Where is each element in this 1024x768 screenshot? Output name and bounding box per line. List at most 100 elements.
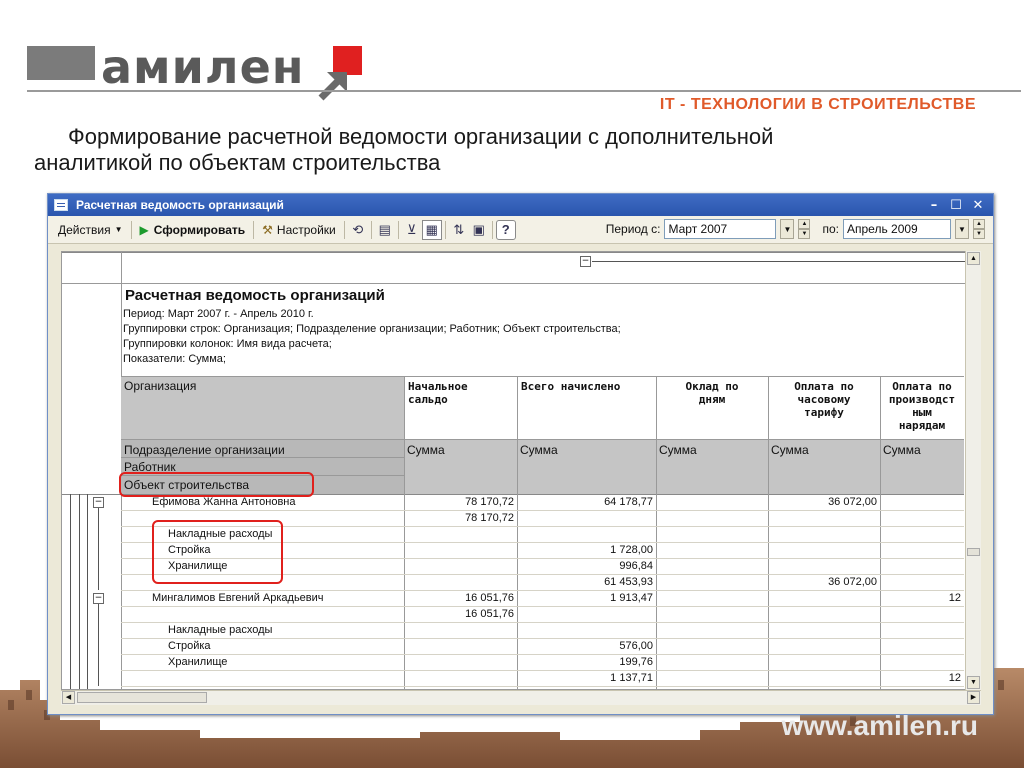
vertical-scrollbar[interactable]: ▲ ▼ xyxy=(965,251,981,690)
value-cell: 576,00 xyxy=(619,640,653,652)
refresh-icon[interactable]: ⟲ xyxy=(348,220,368,240)
period-to-field[interactable]: Апрель 2009 xyxy=(843,219,951,239)
report-measures-line: Показатели: Сумма; xyxy=(123,353,226,365)
value-cell: 36 072,00 xyxy=(828,576,877,588)
value-cell: 78 170,72 xyxy=(465,512,514,524)
report-window-icon xyxy=(54,199,68,211)
website-url[interactable]: www.amilen.ru xyxy=(781,710,978,742)
generate-label: Сформировать xyxy=(153,222,246,237)
period-from-dropdown-button[interactable]: ▼ xyxy=(780,219,795,239)
scroll-right-icon[interactable]: ▶ xyxy=(967,691,980,704)
value-cell: 16 051,76 xyxy=(465,592,514,604)
dropdown-icon: ▼ xyxy=(114,225,123,234)
help-icon[interactable]: ? xyxy=(495,219,516,240)
value-cell: 78 170,72 xyxy=(465,496,514,508)
value-cell: 36 072,00 xyxy=(828,496,877,508)
logo-text: амилен xyxy=(101,40,305,94)
collapse-row-icon[interactable]: − xyxy=(93,593,104,604)
row-divider xyxy=(121,686,964,687)
period-from-value: Март 2007 xyxy=(668,222,728,236)
header-rule xyxy=(27,90,1021,92)
toolbar-separator xyxy=(253,220,255,239)
actions-menu[interactable]: Действия ▼ xyxy=(53,219,128,241)
period-from-spinner[interactable]: ▲ ▼ xyxy=(798,219,811,239)
scroll-down-icon[interactable]: ▼ xyxy=(967,676,980,689)
logo-arrow-icon xyxy=(318,72,347,101)
toolbar-separator xyxy=(370,220,372,239)
row-header-division: Подразделение организации xyxy=(124,443,285,457)
filter-icon[interactable]: ⊻ xyxy=(402,220,422,240)
report-window: Расчетная ведомость организаций – ☐ ✕ Де… xyxy=(47,193,994,715)
amilen-logo: амилен xyxy=(27,40,362,102)
horizontal-scrollbar[interactable]: ◀ ▶ xyxy=(61,690,981,705)
table-row[interactable] xyxy=(62,670,964,686)
actions-label: Действия xyxy=(58,222,111,237)
column-header: Начальное сальдо xyxy=(408,380,468,406)
toolbar-separator xyxy=(397,220,399,239)
collapse-row-icon[interactable]: − xyxy=(93,497,104,508)
measure-label: Сумма xyxy=(520,443,558,457)
toolbar-separator xyxy=(444,220,446,239)
slide-title-line2: аналитикой по объектам строительства xyxy=(34,150,441,175)
row-label: Ефимова Жанна Антоновна xyxy=(152,496,296,508)
column-header: Оплата по часовому тарифу xyxy=(794,380,854,419)
measure-label: Сумма xyxy=(659,443,697,457)
sort-icon[interactable]: ⇅ xyxy=(449,220,469,240)
window-titlebar[interactable]: Расчетная ведомость организаций – ☐ ✕ xyxy=(48,194,993,216)
close-button[interactable]: ✕ xyxy=(969,197,987,213)
slogan: IT - ТЕХНОЛОГИИ В СТРОИТЕЛЬСТВЕ xyxy=(659,96,976,113)
period-to-spinner[interactable]: ▲ ▼ xyxy=(973,219,985,239)
column-header: Оплата по производст ным нарядам xyxy=(888,380,956,432)
value-cell: 12 xyxy=(948,672,961,684)
horizontal-scroll-thumb[interactable] xyxy=(77,692,207,703)
save-icon[interactable]: ▣ xyxy=(469,220,489,240)
report-sheet: − Расчетная ведомость организаций Период… xyxy=(61,251,981,690)
highlight-object-header xyxy=(119,472,314,497)
column-header: Всего начислено xyxy=(521,380,621,393)
run-icon: ▶ xyxy=(139,222,149,237)
wrench-icon: ⚒ xyxy=(262,222,273,237)
value-cell: 199,76 xyxy=(619,656,653,668)
settings-button[interactable]: ⚒ Настройки xyxy=(257,219,341,241)
measure-label: Сумма xyxy=(883,443,921,457)
report-col-groups-line: Группировки колонок: Имя вида расчета; xyxy=(123,338,332,350)
period-to-value: Апрель 2009 xyxy=(847,222,918,236)
period-to-label: по: xyxy=(822,222,839,236)
row-label: Накладные расходы xyxy=(168,624,273,636)
period-selector: Период с: Март 2007 ▼ ▲ ▼ по: Апрель 2009… xyxy=(606,219,985,239)
collapse-group-icon[interactable]: − xyxy=(580,256,591,267)
report-title: Расчетная ведомость организаций xyxy=(125,287,385,304)
period-from-label: Период с: xyxy=(605,222,661,236)
column-header: Оклад по дням xyxy=(685,380,739,406)
value-cell: 64 178,77 xyxy=(604,496,653,508)
vertical-scroll-thumb[interactable] xyxy=(967,548,980,556)
toolbar-separator xyxy=(491,220,493,239)
period-from-field[interactable]: Март 2007 xyxy=(664,219,777,239)
logo-gray-block xyxy=(27,46,95,80)
value-cell: 16 051,76 xyxy=(465,608,514,620)
window-toolbar: Действия ▼ ▶ Сформировать ⚒ Настройки ⟲ ▤ ⊻… xyxy=(48,216,993,244)
value-cell: 1 137,71 xyxy=(610,672,653,684)
row-label: Мингалимов Евгений Аркадьевич xyxy=(152,592,324,604)
value-cell: 12 xyxy=(948,592,961,604)
minimize-button[interactable]: – xyxy=(925,197,943,213)
maximize-button[interactable]: ☐ xyxy=(947,197,965,213)
value-cell: 61 453,93 xyxy=(604,576,653,588)
value-cell: 1 913,47 xyxy=(610,592,653,604)
period-to-dropdown-button[interactable]: ▼ xyxy=(955,219,969,239)
toolbar-separator xyxy=(343,220,345,239)
page-settings-icon[interactable]: ▤ xyxy=(375,220,395,240)
row-label: Хранилище xyxy=(168,656,228,668)
table-view-icon[interactable]: ▦ xyxy=(421,219,442,240)
measure-label: Сумма xyxy=(407,443,445,457)
slide-title: Формирование расчетной ведомости организ… xyxy=(34,124,984,176)
toolbar-separator xyxy=(130,220,132,239)
generate-button[interactable]: ▶ Сформировать xyxy=(135,219,251,241)
scroll-up-icon[interactable]: ▲ xyxy=(967,252,980,265)
slide-title-line1: Формирование расчетной ведомости организ… xyxy=(68,124,774,149)
scroll-left-icon[interactable]: ◀ xyxy=(62,691,75,704)
settings-label: Настройки xyxy=(276,222,336,237)
report-period-line: Период: Март 2007 г. - Апрель 2010 г. xyxy=(123,308,314,320)
row-header-organization: Организация xyxy=(124,379,197,393)
measure-label: Сумма xyxy=(771,443,809,457)
